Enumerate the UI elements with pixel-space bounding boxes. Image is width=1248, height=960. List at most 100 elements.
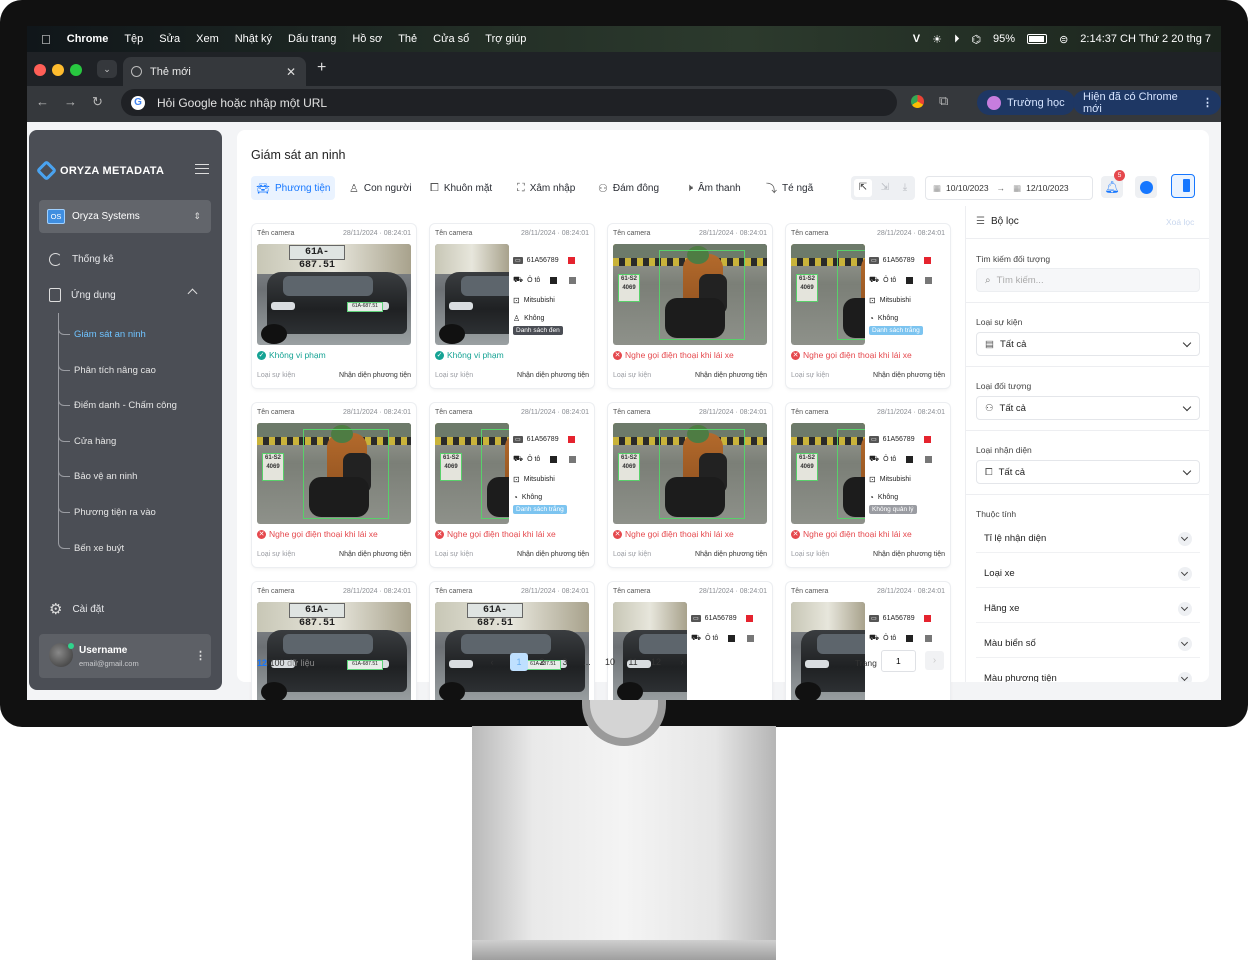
event-type-select[interactable]: ▤ Tất cả <box>976 332 1200 356</box>
menu-app-name[interactable]: Chrome <box>67 33 109 45</box>
org-switcher[interactable]: OS Oryza Systems ⇕ <box>39 200 211 233</box>
event-snapshot[interactable]: 61-S2 4069 <box>613 244 767 345</box>
event-card[interactable]: Tên camera 28/11/2024 · 08:24:01 61A-687.… <box>608 582 772 700</box>
event-card[interactable]: Tên camera 28/11/2024 · 08:24:01 61-S2 40… <box>252 403 416 567</box>
menu-item[interactable]: Xem <box>196 33 219 45</box>
event-snapshot[interactable]: 61A-687.51 61A-687.51 <box>435 602 589 700</box>
kebab-menu-icon[interactable]: ⋮ <box>1202 96 1213 109</box>
share-icon[interactable]: ⇱ <box>854 179 872 197</box>
network-icon[interactable]: ⌬ <box>971 33 981 46</box>
page-button[interactable]: 10 <box>601 653 619 671</box>
vpn-icon[interactable]: V <box>913 33 920 45</box>
event-snapshot[interactable]: 61-S2 4069 <box>613 423 767 524</box>
event-snapshot[interactable]: 61A-687.51 61A-687.51 <box>257 602 411 700</box>
event-card[interactable]: Tên camera 28/11/2024 · 08:24:01 61-S2 40… <box>786 403 950 567</box>
sidebar-subitem[interactable]: Điểm danh - Chấm công <box>74 400 177 411</box>
panel-toggle-icon[interactable] <box>1171 174 1195 198</box>
sidebar-subitem[interactable]: Phân tích nâng cao <box>74 365 156 376</box>
chevron-down-icon[interactable] <box>1178 637 1192 651</box>
logo[interactable]: ORYZA METADATA <box>35 159 164 182</box>
date-range-picker[interactable]: ▦ 10/10/2023 → ▦ 12/10/2023 <box>925 176 1093 200</box>
go-page-icon[interactable]: › <box>925 651 944 670</box>
sidebar-subitem[interactable]: Bến xe buýt <box>74 543 124 554</box>
menu-item[interactable]: Sửa <box>159 33 180 45</box>
puzzle-icon[interactable]: ⧉ <box>939 93 948 109</box>
event-card[interactable]: Tên camera 28/11/2024 · 08:24:01 61A-687.… <box>430 224 594 388</box>
event-snapshot[interactable]: 61A-687.51 61A-687.51 <box>257 244 411 345</box>
forward-arrow-icon[interactable]: → <box>64 94 77 109</box>
download-icon[interactable]: ⤓ <box>896 179 914 197</box>
sidebar-subitem[interactable]: Cửa hàng <box>74 436 116 447</box>
close-icon[interactable]: ✕ <box>286 65 296 79</box>
recognition-type-select[interactable]: ⧠ Tất cả <box>976 460 1200 484</box>
event-snapshot[interactable]: 61A-687.51 ▭61A56789 ⛟Ô tô ⊡Mitsubishi ♙… <box>435 244 589 345</box>
page-button[interactable]: 12 <box>647 653 665 671</box>
chevron-down-icon[interactable] <box>1178 567 1192 581</box>
battery-icon[interactable] <box>1027 34 1048 44</box>
back-arrow-icon[interactable]: ← <box>36 94 49 109</box>
prev-page-icon[interactable]: ‹ <box>483 653 501 671</box>
user-card[interactable]: Username email@gmail.com ⋮ <box>39 634 211 678</box>
menu-item[interactable]: Dấu trang <box>288 33 336 45</box>
menu-item[interactable]: Tệp <box>124 33 143 45</box>
sidebar-item-apps[interactable]: Ứng dụng <box>49 288 116 302</box>
ai-assistant-icon[interactable] <box>1135 176 1157 198</box>
chevron-down-icon[interactable] <box>1178 602 1192 616</box>
page-input[interactable]: 1 <box>881 650 916 672</box>
tab-fall[interactable]: ⤵ Té ngã <box>761 176 818 200</box>
minimize-window-button[interactable] <box>52 64 64 76</box>
sidebar-item-statistics[interactable]: Thống kê <box>49 253 114 266</box>
menu-item[interactable]: Cửa sổ <box>433 33 469 45</box>
sidebar-subitem[interactable]: Phương tiện ra vào <box>74 507 156 518</box>
event-card[interactable]: Tên camera 28/11/2024 · 08:24:01 61-S2 40… <box>786 224 950 388</box>
sidebar-item-settings[interactable]: ⚙ Cài đặt <box>49 600 104 618</box>
tab-car[interactable]: 🚘︎ Phương tiện <box>251 176 336 200</box>
clear-filter-link[interactable]: Xoá lọc <box>1166 217 1194 227</box>
page-button[interactable]: 2 <box>533 653 551 671</box>
event-card[interactable]: Tên camera 28/11/2024 · 08:24:01 61-S2 40… <box>430 403 594 567</box>
extension-icon[interactable] <box>911 95 924 108</box>
menu-item[interactable]: Nhật ký <box>235 33 272 45</box>
tab-user[interactable]: ♙ Con người <box>344 176 417 200</box>
sidebar-subitem[interactable]: Giám sát an ninh <box>74 329 146 340</box>
omnibox[interactable]: G Hỏi Google hoặc nhập một URL <box>121 89 897 116</box>
search-input[interactable]: ⌕ Tìm kiếm... <box>976 268 1200 292</box>
forward-icon[interactable]: ⇲ <box>876 179 894 197</box>
kebab-menu-icon[interactable]: ⋮ <box>195 649 206 662</box>
reload-icon[interactable]: ↻ <box>92 94 103 110</box>
chevron-down-icon[interactable] <box>1178 672 1192 682</box>
object-type-select[interactable]: ⚇ Tất cả <box>976 396 1200 420</box>
tab-face-scan[interactable]: ⧠ Khuôn mặt <box>425 176 497 200</box>
tab-intrusion[interactable]: ⛶ Xâm nhập <box>512 176 580 200</box>
attribute-row[interactable]: Loại xe <box>976 560 1200 588</box>
chevron-up-icon[interactable] <box>187 288 198 299</box>
sidebar-subitem[interactable]: Bảo vệ an ninh <box>74 471 137 482</box>
play-icon[interactable]: ⏵ <box>954 33 960 46</box>
attribute-row[interactable]: Màu phương tiện <box>976 665 1200 682</box>
attribute-row[interactable]: Hãng xe <box>976 595 1200 623</box>
menu-item[interactable]: Thẻ <box>398 33 417 45</box>
event-card[interactable]: Tên camera 28/11/2024 · 08:24:01 61-S2 40… <box>608 403 772 567</box>
page-button[interactable]: 3 <box>556 653 574 671</box>
chrome-update-chip[interactable]: Hiện đã có Chrome mới ⋮ <box>1073 90 1221 115</box>
tab-crowd[interactable]: ⚇ Đám đông <box>593 176 664 200</box>
hamburger-icon[interactable] <box>195 164 209 174</box>
attribute-row[interactable]: Màu biển số <box>976 630 1200 658</box>
page-button[interactable]: 11 <box>624 653 642 671</box>
tab-search-button[interactable]: ⌄ <box>97 60 117 78</box>
event-snapshot[interactable]: 61A-687.51 ▭61A56789 ⛟Ô tô <box>791 602 945 700</box>
new-tab-button[interactable]: + <box>317 59 326 77</box>
attribute-row[interactable]: Tỉ lệ nhận diện <box>976 525 1200 553</box>
next-page-icon[interactable]: › <box>673 653 691 671</box>
event-snapshot[interactable]: 61A-687.51 ▭61A56789 ⛟Ô tô <box>613 602 767 700</box>
event-card[interactable]: Tên camera 28/11/2024 · 08:24:01 61A-687.… <box>430 582 594 700</box>
tab-new-tab[interactable]: Thẻ mới ✕ <box>123 57 306 86</box>
close-window-button[interactable] <box>34 64 46 76</box>
page-button[interactable]: 1 <box>510 653 528 671</box>
event-card[interactable]: Tên camera 28/11/2024 · 08:24:01 61A-687.… <box>786 582 950 700</box>
event-snapshot[interactable]: 61-S2 4069 <box>257 423 411 524</box>
event-snapshot[interactable]: 61-S2 4069 ▭ 61A56789 ⛟ Ô tô ⊡ Mitsubishi ◔… <box>791 244 945 345</box>
brightness-icon[interactable]: ☀ <box>932 33 942 46</box>
zoom-window-button[interactable] <box>70 64 82 76</box>
event-snapshot[interactable]: 61-S2 4069 ▭ 61A56789 ⛟ Ô tô ⊡ Mitsubishi ◔… <box>435 423 589 524</box>
